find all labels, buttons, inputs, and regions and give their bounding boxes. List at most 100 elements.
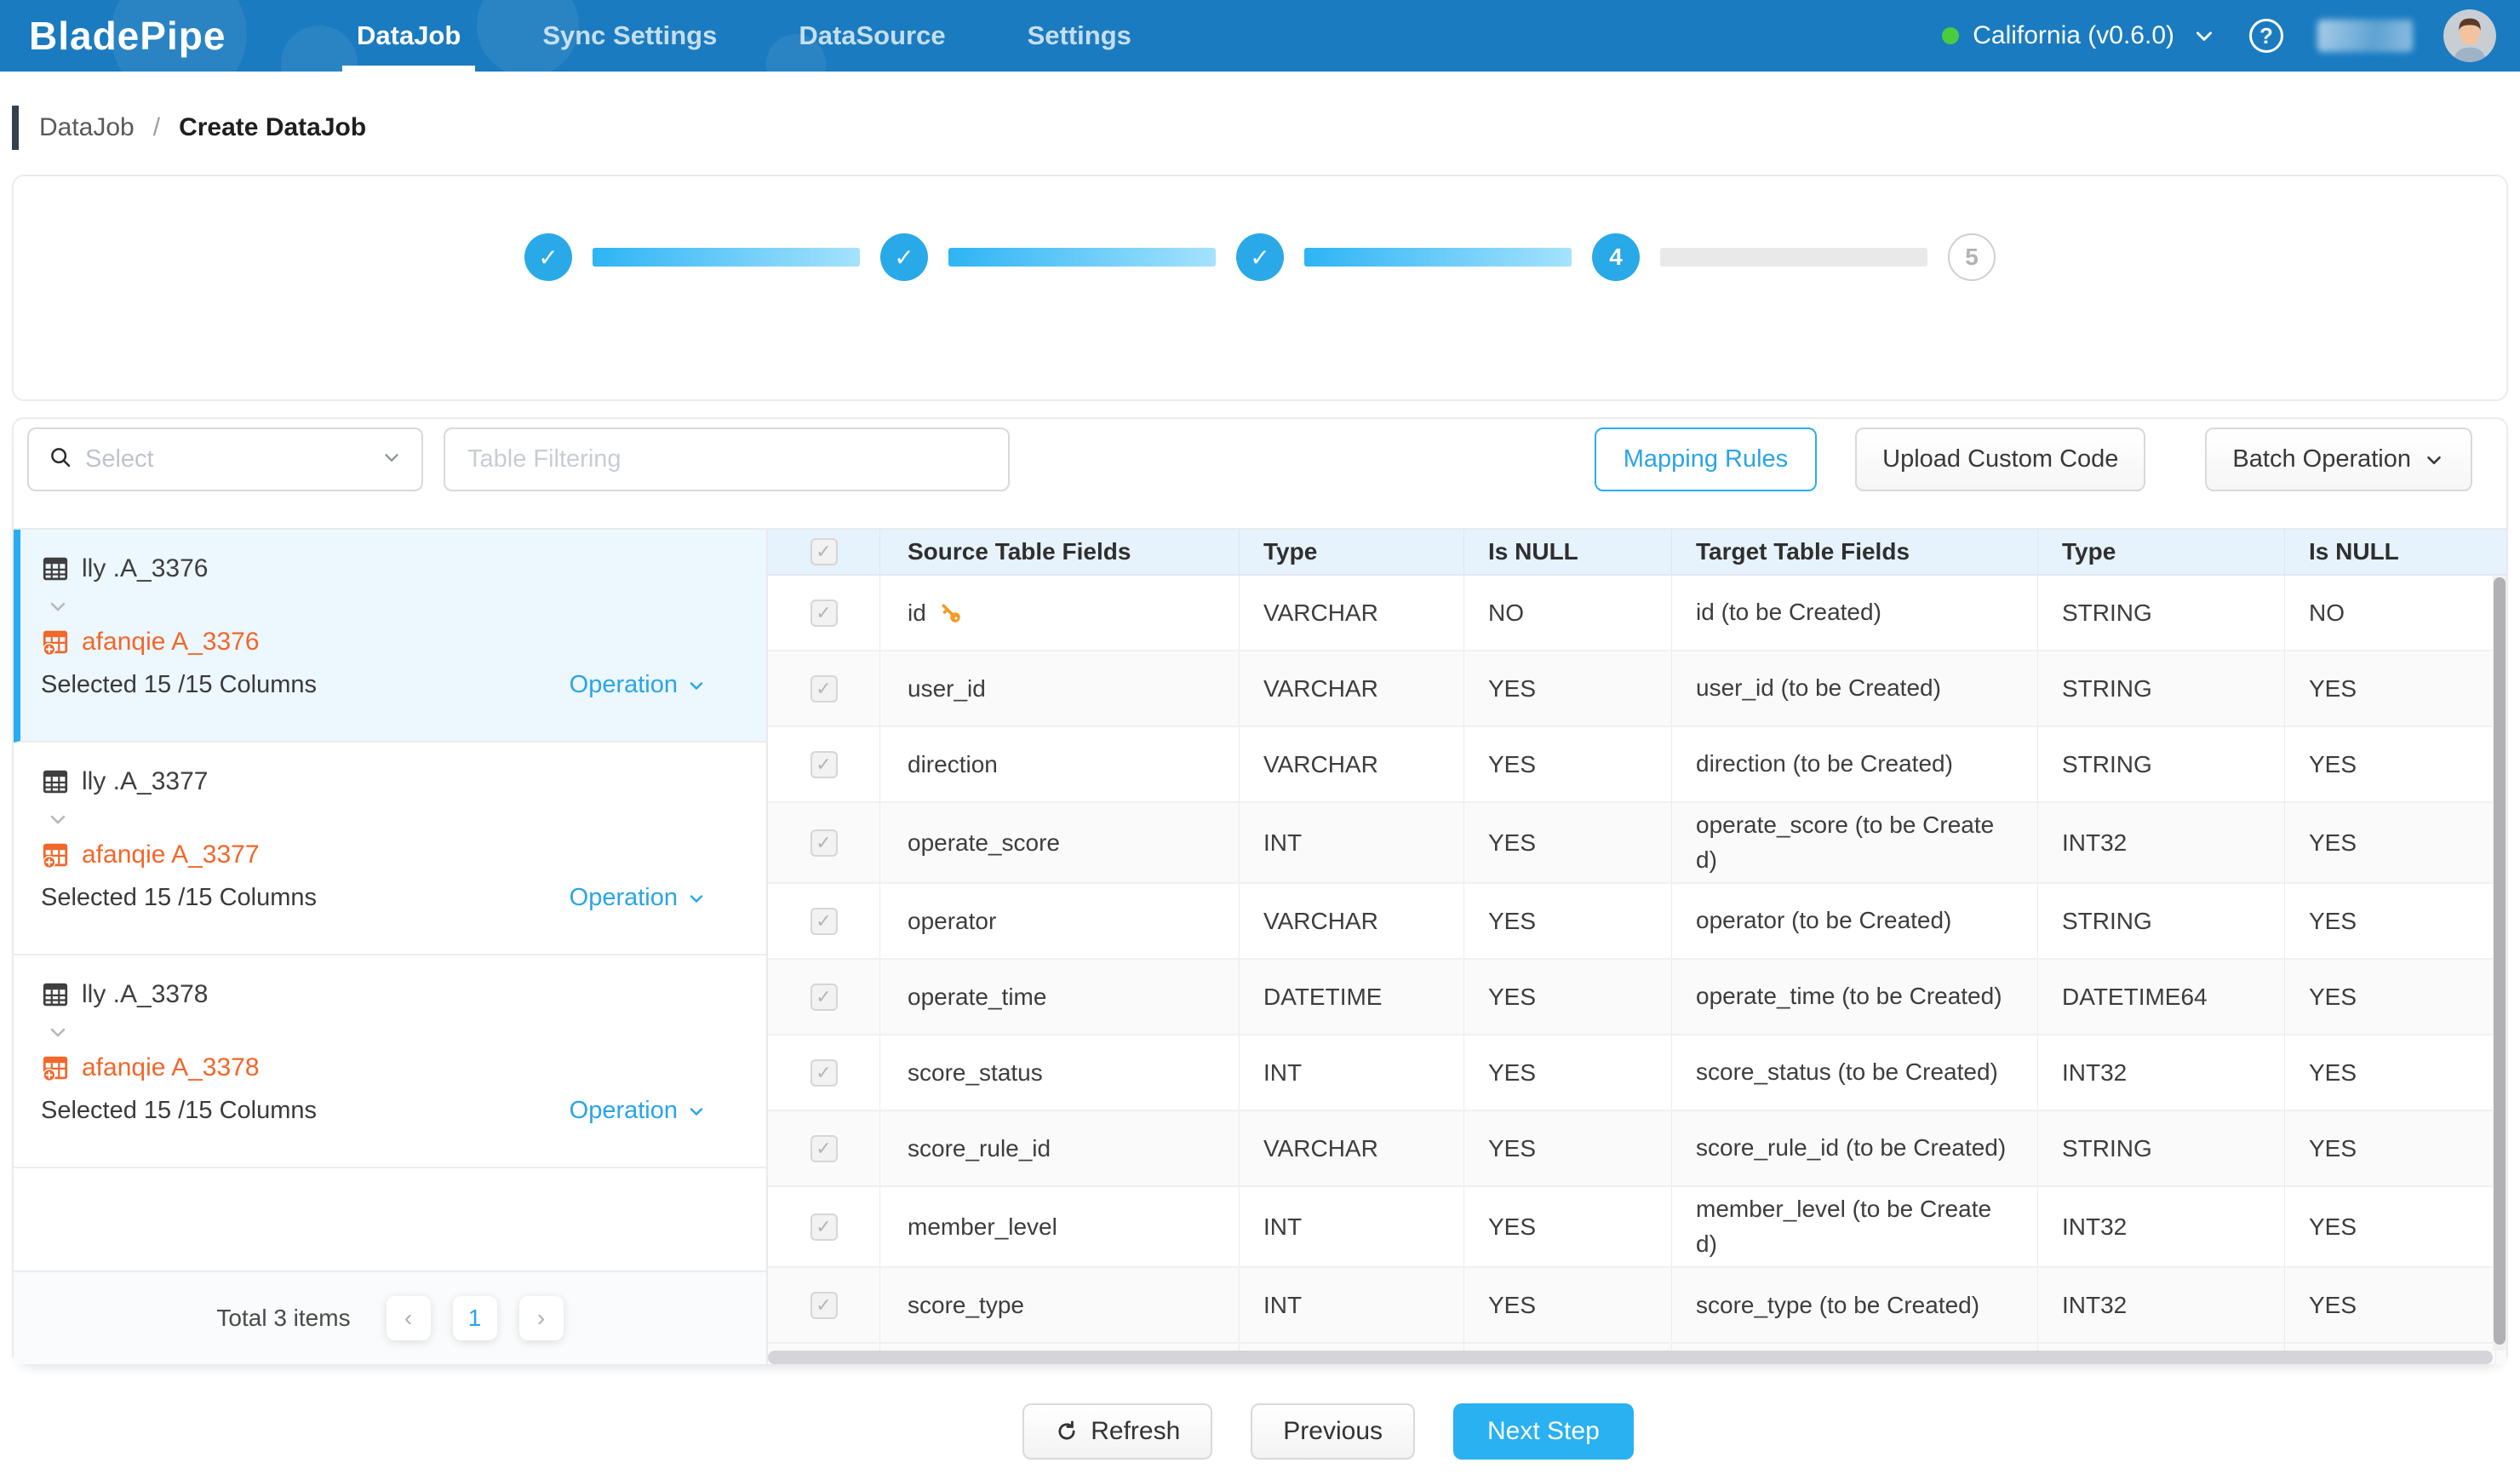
map-direction-chevron[interactable] [46, 1020, 766, 1044]
search-icon [48, 445, 73, 474]
row-checkbox[interactable]: ✓ [810, 829, 838, 857]
operation-label: Operation [570, 671, 678, 699]
source-type-cell: VARCHAR [1240, 727, 1464, 801]
table-list-pagination: Total 3 items ‹ 1 › [14, 1271, 766, 1364]
batch-operation-button[interactable]: Batch Operation [2205, 427, 2472, 491]
previous-button[interactable]: Previous [1251, 1403, 1415, 1460]
selected-columns-summary: Selected 15 /15 Columns [41, 671, 317, 699]
upload-custom-code-button[interactable]: Upload Custom Code [1855, 427, 2145, 491]
target-field-cell[interactable]: direction (to be Created) [1672, 727, 2038, 801]
operation-menu[interactable]: Operation [570, 1097, 707, 1125]
target-nullable-cell: YES [2285, 803, 2496, 882]
table-pair-item[interactable]: lly .A_3377 afanqie A_3377 [14, 743, 766, 955]
target-field-cell[interactable]: score_rule_id (to be Created) [1672, 1111, 2038, 1185]
operation-label: Operation [570, 1097, 678, 1125]
next-page-button[interactable]: › [519, 1296, 564, 1340]
target-nullable-cell: YES [2285, 1111, 2496, 1185]
source-type-cell: VARCHAR [1240, 1111, 1464, 1185]
page-number-button[interactable]: 1 [453, 1296, 497, 1340]
target-field-cell[interactable]: operator (to be Created) [1672, 884, 2038, 958]
nav-tab-label: DataJob [357, 20, 461, 51]
topbar-right: California (v0.6.0) ? [1942, 0, 2496, 72]
map-direction-chevron[interactable] [46, 807, 766, 831]
vertical-scrollbar-thumb[interactable] [2494, 577, 2506, 1345]
top-navigation-bar: BladePipe DataJob Sync Settings DataSour… [0, 0, 2520, 72]
step-circle: ✓ [1236, 233, 1284, 281]
prev-page-button[interactable]: ‹ [387, 1296, 431, 1340]
content-split: lly .A_3376 afanqie A_3376 [14, 528, 2506, 1364]
source-field-cell: operate_time [880, 960, 1240, 1034]
table-filter-input[interactable] [444, 427, 1010, 491]
wizard-stepper: ✓ ✓ ✓ 4 5 [12, 175, 2508, 401]
source-field-cell: operate_score [880, 803, 1240, 882]
source-field-name: operate_time [908, 984, 1046, 1011]
row-checkbox[interactable]: ✓ [810, 1213, 838, 1241]
nav-tab[interactable]: Sync Settings [528, 0, 731, 72]
row-checkbox[interactable]: ✓ [810, 1135, 838, 1162]
chevron-down-icon[interactable] [2191, 23, 2217, 49]
nav-tab[interactable]: DataSource [784, 0, 959, 72]
table-create-icon [41, 628, 70, 657]
row-checkbox[interactable]: ✓ [810, 908, 838, 935]
target-field-cell[interactable]: score_type (to be Created) [1672, 1268, 2038, 1342]
target-field-cell[interactable]: operate_score (to be Created) [1672, 803, 2038, 882]
row-checkbox[interactable]: ✓ [810, 984, 838, 1011]
row-checkbox[interactable]: ✓ [810, 599, 838, 627]
source-field-name: id [908, 599, 926, 627]
table-pair-item[interactable]: lly .A_3378 afanqie A_3378 [14, 955, 766, 1168]
source-type-cell: DATETIME [1240, 960, 1464, 1034]
target-table-name: afanqie A_3377 [82, 840, 260, 869]
target-field-cell[interactable]: member_level (to be Created) [1672, 1187, 2038, 1266]
help-icon[interactable]: ? [2249, 19, 2283, 53]
target-type-cell: INT32 [2038, 1187, 2285, 1266]
mapping-rules-button[interactable]: Mapping Rules [1595, 427, 1817, 491]
source-nullable-cell: YES [1464, 803, 1672, 882]
stepper-step: 5 [1948, 233, 1996, 281]
row-checkbox[interactable]: ✓ [810, 1059, 838, 1087]
target-field-cell[interactable]: operate_time (to be Created) [1672, 960, 2038, 1034]
total-items-label: Total 3 items [216, 1305, 350, 1332]
source-field-cell: direction [880, 727, 1240, 801]
row-checkbox[interactable]: ✓ [810, 1292, 838, 1319]
operation-menu[interactable]: Operation [570, 884, 707, 912]
breadcrumb-parent[interactable]: DataJob [39, 113, 135, 142]
table-pair-item[interactable]: lly .A_3376 afanqie A_3376 [14, 530, 766, 743]
nav-tab[interactable]: DataJob [342, 0, 475, 72]
nav-tab-label: Sync Settings [542, 20, 717, 51]
refresh-button[interactable]: Refresh [1022, 1403, 1212, 1460]
source-table-name: lly .A_3378 [82, 980, 208, 1009]
row-checkbox[interactable]: ✓ [810, 751, 838, 778]
column-header: Source Table Fields [880, 530, 1240, 574]
source-field-cell: id [880, 576, 1240, 650]
step-circle: 4 [1592, 233, 1640, 281]
target-type-cell: INT32 [2038, 1268, 2285, 1342]
nav-tab[interactable]: Settings [1013, 0, 1146, 72]
refresh-label: Refresh [1091, 1417, 1180, 1446]
item-footer: Selected 15 /15 Columns Operation [41, 1097, 766, 1125]
target-field-cell[interactable]: user_id (to be Created) [1672, 651, 2038, 726]
source-field-name: operator [908, 908, 996, 935]
next-step-button[interactable]: Next Step [1453, 1403, 1634, 1460]
target-field-cell[interactable]: score_status (to be Created) [1672, 1035, 2038, 1110]
target-field-cell[interactable]: id (to be Created) [1672, 576, 2038, 650]
select-all-checkbox[interactable]: ✓ [810, 538, 838, 565]
map-direction-chevron[interactable] [46, 594, 766, 618]
table-icon [41, 767, 70, 796]
horizontal-scrollbar[interactable] [768, 1351, 2493, 1364]
batch-operation-label: Batch Operation [2232, 445, 2411, 473]
stepper-step: 4 [1592, 233, 1948, 281]
operation-menu[interactable]: Operation [570, 671, 707, 699]
environment-label[interactable]: California (v0.6.0) [1973, 21, 2174, 50]
source-field-name: score_rule_id [908, 1135, 1051, 1162]
bladepipe-logo[interactable]: BladePipe [29, 13, 295, 59]
chevron-down-icon [46, 1020, 70, 1044]
avatar[interactable] [2443, 9, 2496, 62]
target-type-cell: STRING [2038, 727, 2285, 801]
step-circle: ✓ [880, 233, 928, 281]
vertical-scrollbar[interactable] [2493, 576, 2506, 1351]
table-select-dropdown[interactable]: Select [27, 427, 423, 491]
breadcrumb-separator: / [153, 113, 160, 142]
chevron-down-icon [686, 675, 707, 696]
source-field-name: user_id [908, 675, 986, 703]
row-checkbox[interactable]: ✓ [810, 675, 838, 703]
